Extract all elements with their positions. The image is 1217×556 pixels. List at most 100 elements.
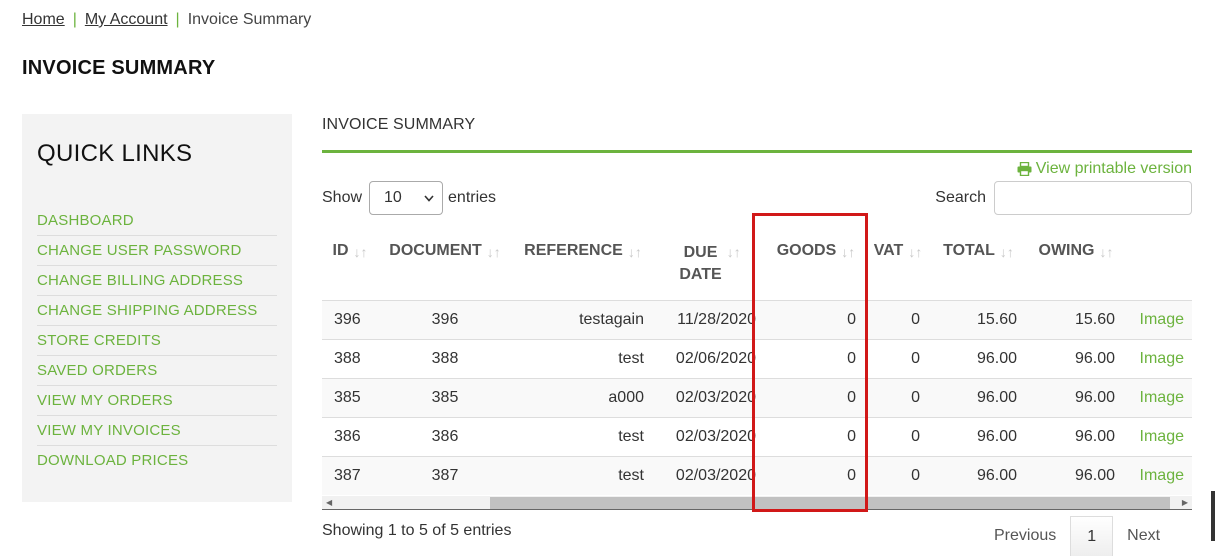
column-header-label: TOTAL <box>943 242 995 259</box>
view-printable-version-link[interactable]: View printable version <box>1017 160 1192 178</box>
column-header-label: OWING <box>1038 242 1095 259</box>
cell-owing: 96.00 <box>1027 416 1125 456</box>
cell-reference: a000 <box>512 377 654 417</box>
quick-link-change-shipping-address[interactable]: CHANGE SHIPPING ADDRESS <box>37 296 277 319</box>
cell-owing: 96.00 <box>1027 338 1125 378</box>
cell-owing: 15.60 <box>1027 299 1125 339</box>
cell-image-link: Image <box>1125 416 1192 456</box>
breadcrumb: Home | My Account | Invoice Summary <box>22 11 311 29</box>
cell-vat: 0 <box>866 338 930 378</box>
column-header-document[interactable]: DOCUMENT ↓↑ <box>378 230 512 300</box>
cell-image-link: Image <box>1125 377 1192 417</box>
image-link[interactable]: Image <box>1140 311 1184 328</box>
image-link[interactable]: Image <box>1140 467 1184 484</box>
quick-link-item: VIEW MY INVOICES <box>37 416 277 446</box>
quick-link-item: STORE CREDITS <box>37 326 277 356</box>
table-info-text: Showing 1 to 5 of 5 entries <box>322 522 512 539</box>
next-page-button[interactable]: Next <box>1113 516 1174 556</box>
quick-links-heading: QUICK LINKS <box>37 140 193 167</box>
breadcrumb-separator: | <box>175 11 180 28</box>
sort-icon: ↓↑ <box>999 244 1014 260</box>
column-header-total[interactable]: TOTAL ↓↑ <box>930 230 1027 300</box>
quick-link-view-my-orders[interactable]: VIEW MY ORDERS <box>37 386 277 409</box>
column-header-label: DOCUMENT <box>389 242 482 259</box>
entries-per-page-value: 10 <box>384 189 402 206</box>
breadcrumb-account-link[interactable]: My Account <box>85 11 168 29</box>
page-1-button[interactable]: 1 <box>1070 516 1114 556</box>
cell-document: 386 <box>378 416 512 456</box>
column-header-label: ID <box>332 242 349 259</box>
column-header-owing[interactable]: OWING ↓↑ <box>1027 230 1125 300</box>
cell-reference: testagain <box>512 299 654 339</box>
quick-link-change-user-password[interactable]: CHANGE USER PASSWORD <box>37 236 277 259</box>
view-printable-version-label: View printable version <box>1035 160 1192 177</box>
sort-icon: ↓↑ <box>1099 244 1114 260</box>
search-label: Search <box>935 189 986 206</box>
quick-link-change-billing-address[interactable]: CHANGE BILLING ADDRESS <box>37 266 277 289</box>
quick-link-view-my-invoices[interactable]: VIEW MY INVOICES <box>37 416 277 439</box>
quick-link-saved-orders[interactable]: SAVED ORDERS <box>37 356 277 379</box>
column-header-vat[interactable]: VAT ↓↑ <box>866 230 930 300</box>
column-header-label-line1: DUE <box>683 244 718 261</box>
cell-total: 96.00 <box>930 455 1027 495</box>
sort-icon: ↓↑ <box>627 244 642 260</box>
scroll-left-arrow-icon[interactable]: ◀ <box>326 496 332 510</box>
entries-label: entries <box>448 189 497 206</box>
cell-vat: 0 <box>866 299 930 339</box>
cell-image-link: Image <box>1125 455 1192 495</box>
cell-due-date: 02/06/2020 <box>654 338 766 378</box>
goods-column-highlight <box>752 213 868 512</box>
cell-due-date: 02/03/2020 <box>654 377 766 417</box>
printer-icon <box>1017 162 1032 176</box>
chevron-down-icon <box>424 194 434 202</box>
cell-image-link: Image <box>1125 299 1192 339</box>
panel-title: INVOICE SUMMARY <box>322 116 476 133</box>
cell-document: 388 <box>378 338 512 378</box>
column-header-due-date[interactable]: DUE DATE ↓↑ <box>654 230 766 300</box>
cell-document: 396 <box>378 299 512 339</box>
cell-id: 386 <box>322 416 378 456</box>
cell-owing: 96.00 <box>1027 455 1125 495</box>
scroll-right-arrow-icon[interactable]: ▶ <box>1182 496 1188 510</box>
cell-id: 387 <box>322 455 378 495</box>
cell-id: 388 <box>322 338 378 378</box>
cell-vat: 0 <box>866 377 930 417</box>
column-header-reference[interactable]: REFERENCE ↓↑ <box>512 230 654 300</box>
cell-total: 15.60 <box>930 299 1027 339</box>
cell-owing: 96.00 <box>1027 377 1125 417</box>
quick-link-download-prices[interactable]: DOWNLOAD PRICES <box>37 446 277 469</box>
pagination: Previous 1 Next <box>980 516 1174 556</box>
quick-link-dashboard[interactable]: DASHBOARD <box>37 206 277 229</box>
entries-per-page-select[interactable]: 10 <box>369 181 444 215</box>
quick-link-item: SAVED ORDERS <box>37 356 277 386</box>
cell-total: 96.00 <box>930 416 1027 456</box>
column-header-label: DUE DATE <box>679 242 721 286</box>
column-header-label: VAT <box>873 242 904 259</box>
breadcrumb-separator: | <box>72 11 77 28</box>
image-link[interactable]: Image <box>1140 389 1184 406</box>
sort-icon: ↓↑ <box>486 244 501 260</box>
show-label: Show <box>322 189 363 206</box>
sort-icon: ↓↑ <box>726 244 741 260</box>
cell-reference: test <box>512 416 654 456</box>
window-scrollbar-indicator <box>1211 491 1215 541</box>
cell-reference: test <box>512 455 654 495</box>
quick-link-item: DOWNLOAD PRICES <box>37 446 277 476</box>
quick-link-item: CHANGE BILLING ADDRESS <box>37 266 277 296</box>
cell-due-date: 02/03/2020 <box>654 416 766 456</box>
quick-link-store-credits[interactable]: STORE CREDITS <box>37 326 277 349</box>
previous-page-button[interactable]: Previous <box>980 516 1070 556</box>
column-header-link <box>1125 230 1192 300</box>
cell-id: 396 <box>322 299 378 339</box>
quick-link-item: CHANGE SHIPPING ADDRESS <box>37 296 277 326</box>
breadcrumb-home-link[interactable]: Home <box>22 11 65 29</box>
search-input[interactable] <box>994 181 1192 215</box>
column-header-label: REFERENCE <box>524 242 623 259</box>
cell-vat: 0 <box>866 416 930 456</box>
image-link[interactable]: Image <box>1140 428 1184 445</box>
cell-vat: 0 <box>866 455 930 495</box>
column-header-id[interactable]: ID ↓↑ <box>322 230 378 300</box>
cell-reference: test <box>512 338 654 378</box>
image-link[interactable]: Image <box>1140 350 1184 367</box>
breadcrumb-current: Invoice Summary <box>187 11 312 28</box>
